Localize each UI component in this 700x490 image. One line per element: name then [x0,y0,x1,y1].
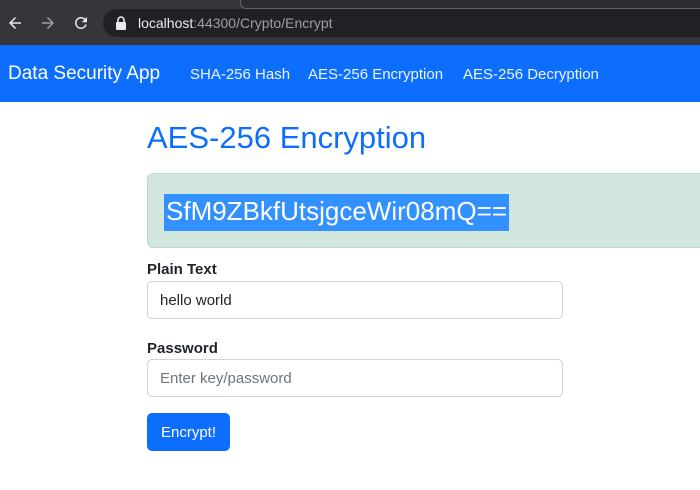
password-label: Password [147,340,218,357]
brand-link[interactable]: Data Security App [8,63,160,85]
forward-arrow-icon [42,17,54,29]
plain-text-input[interactable] [147,281,563,319]
nav-link-aes256-decryption[interactable]: AES-256 Decryption [463,66,599,83]
reload-icon [75,16,87,29]
url-text: localhost:44300/Crypto/Encrypt [138,15,333,31]
encrypted-output-text[interactable]: SfM9ZBkfUtsjgceWir08mQ== [164,194,509,231]
forward-button[interactable] [38,13,58,33]
nav-link-sha256-hash[interactable]: SHA-256 Hash [190,66,290,83]
browser-toolbar: localhost:44300/Crypto/Encrypt [0,0,700,45]
app-navbar: Data Security App SHA-256 Hash AES-256 E… [0,45,700,102]
nav-link-aes256-encryption[interactable]: AES-256 Encryption [308,66,443,83]
address-bar[interactable]: localhost:44300/Crypto/Encrypt [103,9,700,37]
reload-button[interactable] [71,13,91,33]
page-title: AES-256 Encryption [147,120,427,155]
back-arrow-icon [9,17,21,29]
plain-text-label: Plain Text [147,261,217,278]
password-input[interactable] [147,359,563,397]
encrypt-button[interactable]: Encrypt! [147,413,230,451]
encryption-result-alert: SfM9ZBkfUtsjgceWir08mQ== [147,173,700,248]
back-button[interactable] [5,13,25,33]
lock-icon [116,16,126,30]
tab-strip [240,0,700,9]
